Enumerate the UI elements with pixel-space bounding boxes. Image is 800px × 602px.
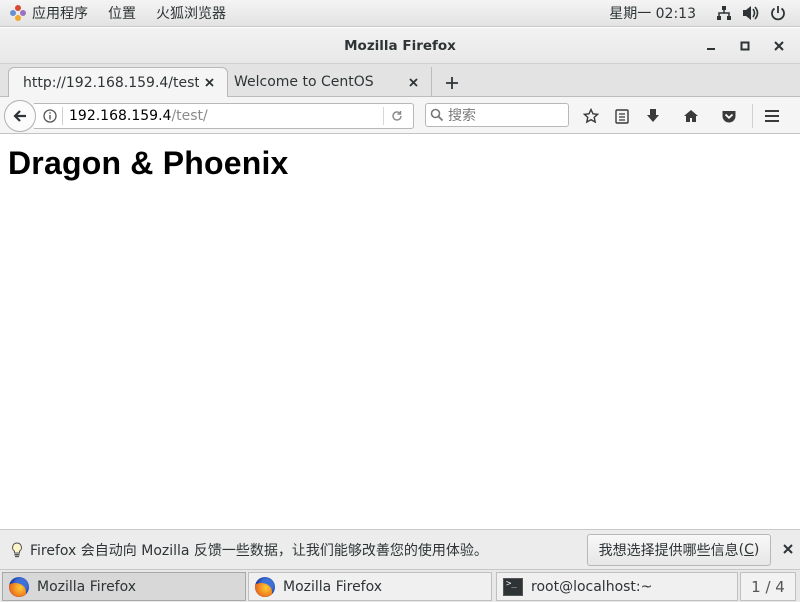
tab-close-button[interactable] <box>199 73 219 93</box>
downloads-button[interactable] <box>634 101 672 131</box>
clipboard-icon <box>615 108 629 124</box>
active-app-label: 火狐浏览器 <box>156 6 226 22</box>
hamburger-menu-icon <box>765 109 779 122</box>
search-icon <box>430 108 444 122</box>
notification-close-button[interactable] <box>780 540 796 558</box>
reload-button[interactable] <box>383 107 409 125</box>
task-firefox-1[interactable]: Mozilla Firefox <box>2 572 246 601</box>
volume-icon <box>743 6 759 20</box>
tab-test[interactable]: http://192.168.159.4/test/ <box>8 67 228 97</box>
page-content: Dragon & Phoenix <box>0 135 800 529</box>
home-icon <box>684 109 698 122</box>
url-bar[interactable]: 192.168.159.4/test/ <box>34 103 414 129</box>
maximize-button[interactable] <box>730 34 760 58</box>
window-title: Mozilla Firefox <box>344 37 456 54</box>
terminal-icon: >_ <box>503 577 523 596</box>
maximize-icon <box>740 41 750 51</box>
url-path: /test/ <box>171 108 208 124</box>
close-icon <box>408 77 418 87</box>
search-input[interactable]: 搜索 <box>425 103 569 127</box>
url-separator <box>62 107 63 125</box>
places-menu[interactable]: 位置 <box>102 0 142 27</box>
tab-close-button[interactable] <box>403 72 423 92</box>
tab-label: http://192.168.159.4/test/ <box>23 74 199 91</box>
close-icon <box>774 41 784 51</box>
home-button[interactable] <box>672 101 710 131</box>
task-label: root@localhost:~ <box>531 578 653 595</box>
toolbar-buttons <box>572 97 787 134</box>
reload-icon <box>391 111 402 121</box>
task-firefox-2[interactable]: Mozilla Firefox <box>248 572 492 601</box>
new-tab-button[interactable] <box>440 72 464 94</box>
download-arrow-icon <box>647 108 659 122</box>
gnome-top-bar: 应用程序 位置 火狐浏览器 星期一 02:13 <box>0 0 800 27</box>
close-window-button[interactable] <box>764 34 794 58</box>
choose-data-label: 我想选择提供哪些信息 <box>598 543 739 559</box>
firefox-icon <box>9 576 29 597</box>
power-icon <box>771 6 785 21</box>
data-reporting-notification: Firefox 会自动向 Mozilla 反馈一些数据，让我们能够改善您的使用体… <box>0 529 800 569</box>
search-placeholder: 搜索 <box>448 108 476 124</box>
places-label: 位置 <box>108 6 136 22</box>
open-menu-button[interactable] <box>757 101 787 131</box>
toolbar-separator <box>752 103 753 128</box>
choose-data-button[interactable]: 我想选择提供哪些信息 (C) <box>587 534 771 566</box>
lightbulb-icon <box>6 541 28 558</box>
window-titlebar[interactable]: Mozilla Firefox <box>0 28 800 64</box>
bookmark-star-button[interactable] <box>572 101 610 131</box>
firefox-icon <box>255 576 275 597</box>
pocket-icon <box>722 110 736 122</box>
tab-centos[interactable]: Welcome to CentOS <box>230 67 432 97</box>
choose-data-accesskey: (C) <box>738 542 760 558</box>
minimize-button[interactable] <box>696 34 726 58</box>
pocket-button[interactable] <box>710 101 748 131</box>
task-terminal[interactable]: >_ root@localhost:~ <box>496 572 738 601</box>
tab-label: Welcome to CentOS <box>234 74 374 90</box>
bookmarks-menu-button[interactable] <box>610 101 634 131</box>
page-heading: Dragon & Phoenix <box>8 145 289 181</box>
url-host: 192.168.159.4 <box>69 108 172 124</box>
clock[interactable]: 星期一 02:13 <box>609 3 696 23</box>
active-app-menu[interactable]: 火狐浏览器 <box>150 0 232 27</box>
applications-icon <box>10 5 26 21</box>
workspace-switcher[interactable]: 1 / 4 <box>740 572 796 601</box>
task-label: Mozilla Firefox <box>37 578 137 595</box>
minimize-icon <box>707 48 715 50</box>
applications-label: 应用程序 <box>32 6 88 22</box>
back-button[interactable] <box>4 100 36 132</box>
close-icon <box>204 78 214 87</box>
plus-icon <box>446 77 458 89</box>
notification-message: Firefox 会自动向 Mozilla 反馈一些数据，让我们能够改善您的使用体… <box>30 542 488 559</box>
close-icon <box>783 544 793 554</box>
applications-menu[interactable]: 应用程序 <box>0 0 94 27</box>
network-icon <box>717 6 731 20</box>
star-icon <box>583 107 599 123</box>
site-info-icon[interactable] <box>38 109 62 123</box>
tab-strip: http://192.168.159.4/test/ Welcome to Ce… <box>0 64 800 97</box>
back-arrow-icon <box>13 110 26 122</box>
window-list-taskbar: Mozilla Firefox Mozilla Firefox >_ root@… <box>0 569 800 602</box>
task-label: Mozilla Firefox <box>283 578 383 595</box>
system-tray[interactable] <box>716 5 786 21</box>
